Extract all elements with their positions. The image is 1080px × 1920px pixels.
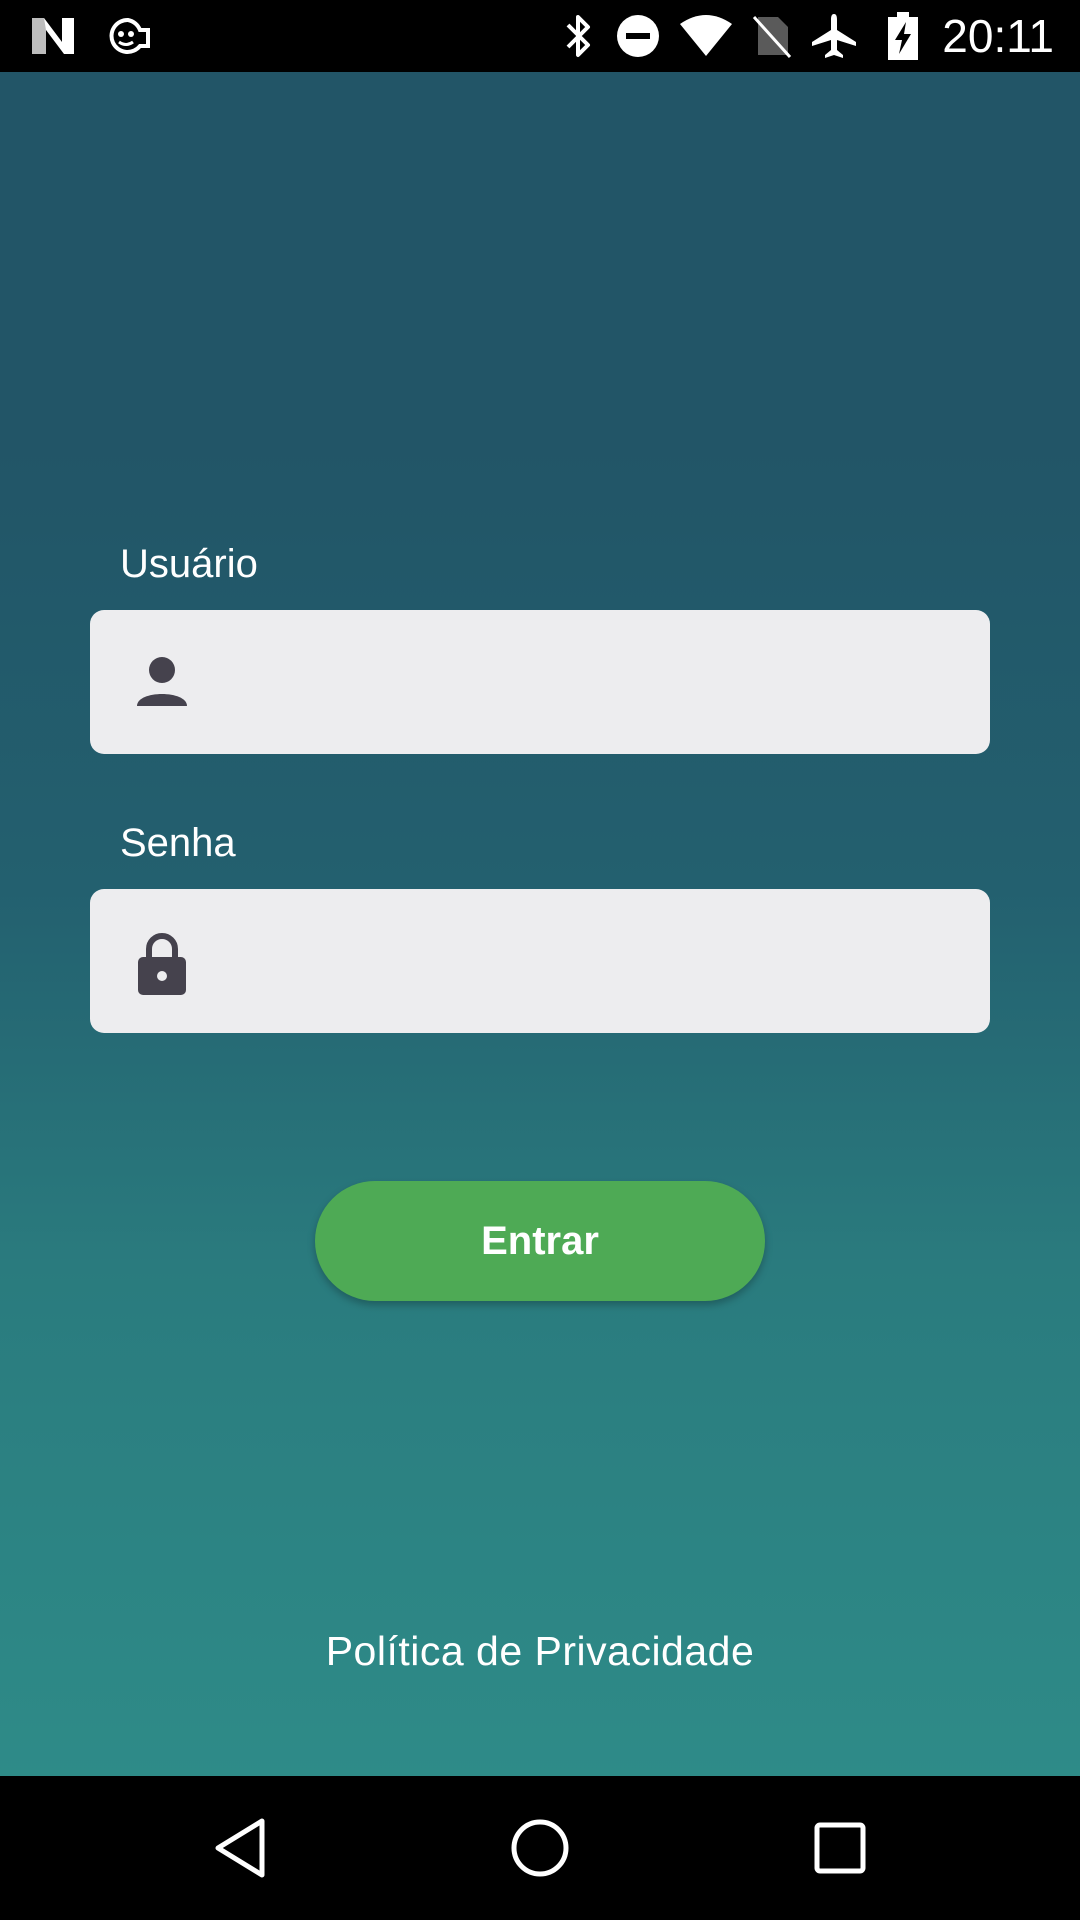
- status-bar: 20:11: [0, 0, 1080, 72]
- navigation-bar: [0, 1776, 1080, 1920]
- password-input[interactable]: [230, 889, 964, 1035]
- recents-icon[interactable]: [804, 1812, 876, 1884]
- airplane-icon: [810, 12, 858, 60]
- person-icon: [132, 652, 192, 712]
- status-clock: 20:11: [942, 10, 1054, 62]
- username-input[interactable]: [230, 610, 964, 756]
- bluetooth-icon: [560, 12, 596, 60]
- robot-face-icon: [106, 12, 150, 60]
- back-icon[interactable]: [204, 1812, 276, 1884]
- screen: 20:11 Usuário Senha Entrar Política de P…: [0, 0, 1080, 1920]
- no-sim-icon: [752, 12, 792, 60]
- privacy-policy-link[interactable]: Política de Privacidade: [0, 1628, 1080, 1675]
- login-screen: Usuário Senha Entrar Política de Privaci…: [0, 72, 1080, 1776]
- password-label: Senha: [120, 821, 236, 865]
- wifi-icon: [680, 12, 732, 60]
- home-icon[interactable]: [504, 1812, 576, 1884]
- username-label: Usuário: [120, 542, 258, 586]
- n-logo-icon: [30, 12, 76, 60]
- lock-icon: [132, 931, 192, 995]
- do-not-disturb-icon: [616, 12, 660, 60]
- battery-charging-icon: [888, 12, 918, 60]
- login-button[interactable]: Entrar: [315, 1181, 765, 1301]
- username-field-container[interactable]: [90, 610, 990, 756]
- password-field-container[interactable]: [90, 889, 990, 1035]
